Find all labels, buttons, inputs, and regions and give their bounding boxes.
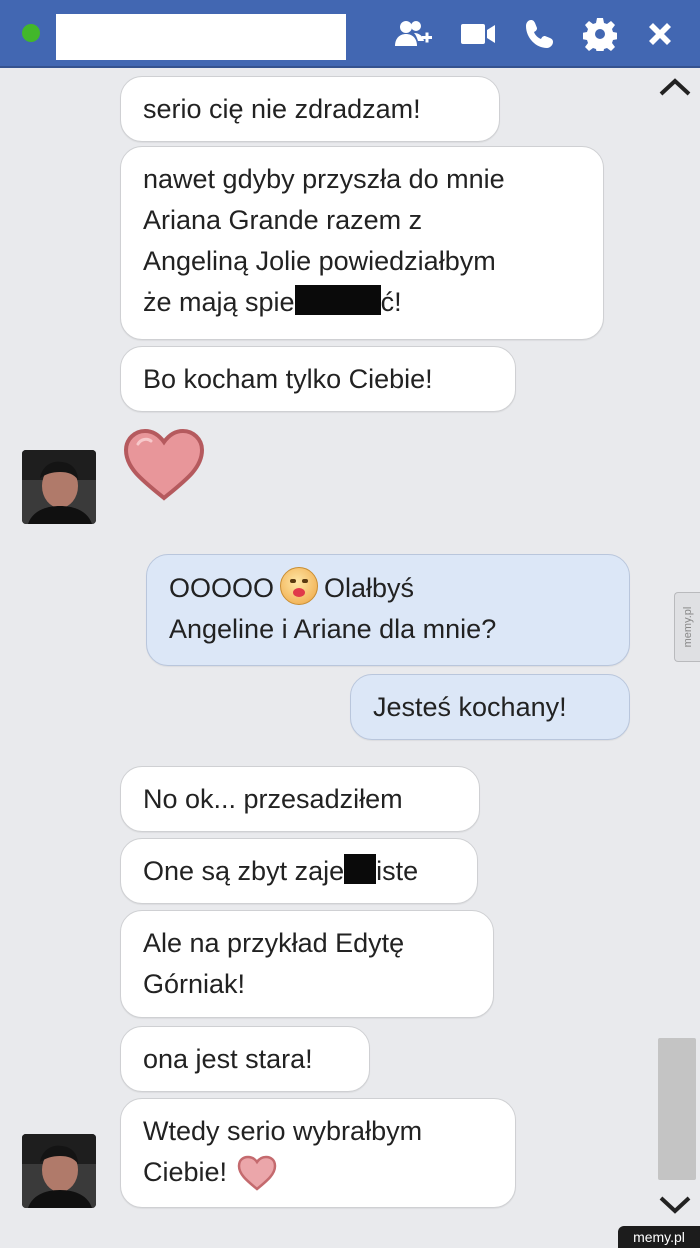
message-text: nawet gdyby przyszła do mnie — [143, 164, 505, 194]
message-text: Ciebie! — [143, 1157, 228, 1187]
scrollbar-thumb[interactable] — [658, 1038, 696, 1180]
heart-emoji-icon — [237, 1155, 277, 1191]
censor-bar — [294, 285, 381, 315]
heart-sticker-icon — [123, 428, 205, 501]
message-bubble-incoming: No ok... przesadziłem — [120, 766, 480, 832]
message-text: No ok... przesadziłem — [143, 784, 403, 814]
message-bubble-incoming: ona jest stara! — [120, 1026, 370, 1092]
text-before-censor: One są zbyt zaje — [143, 856, 345, 886]
message-text: Angeline i Ariane dla mnie? — [169, 614, 497, 644]
online-status-dot — [22, 24, 40, 42]
text-after-censor: ć! — [380, 287, 402, 317]
video-camera-icon[interactable] — [458, 16, 498, 52]
message-text: ona jest stara! — [143, 1044, 313, 1074]
add-person-icon[interactable] — [394, 16, 434, 52]
avatar[interactable] — [22, 1134, 96, 1208]
contact-name-box[interactable] — [56, 14, 346, 60]
gear-icon[interactable] — [580, 16, 620, 52]
message-text: Wtedy serio wybrałbym — [143, 1116, 423, 1146]
message-text: Bo kocham tylko Ciebie! — [143, 364, 433, 394]
message-bubble-incoming: Bo kocham tylko Ciebie! — [120, 346, 516, 412]
message-text: Jesteś kochany! — [373, 692, 567, 722]
text-after-censor: iste — [376, 856, 419, 886]
avatar[interactable] — [22, 450, 96, 524]
message-bubble-outgoing: OOOOO Olałbyś Angeline i Ariane dla mnie? — [146, 554, 630, 666]
message-text-censored-line: że mają spie ć! — [143, 282, 581, 323]
message-bubble-incoming: Wtedy serio wybrałbym Ciebie! — [120, 1098, 516, 1208]
scroll-up-arrow-icon[interactable] — [658, 74, 692, 102]
kissing-emoji-icon — [280, 567, 319, 605]
message-bubble-outgoing: Jesteś kochany! — [350, 674, 630, 740]
message-bubble-incoming: Ale na przykład Edytę Górniak! — [120, 910, 494, 1018]
scroll-down-arrow-icon[interactable] — [658, 1190, 692, 1218]
message-text: Górniak! — [143, 969, 246, 999]
message-text: OOOOO — [169, 573, 275, 603]
message-text: Ariana Grande razem z — [143, 205, 423, 235]
close-icon[interactable] — [640, 16, 680, 52]
message-bubble-incoming: One są zbyt zaje iste — [120, 838, 478, 904]
brand-watermark: memy.pl — [618, 1226, 700, 1248]
message-text: Olałbyś — [324, 573, 415, 603]
message-text-censored-line: One są zbyt zaje iste — [143, 851, 455, 892]
message-bubble-incoming: nawet gdyby przyszła do mnie Ariana Gran… — [120, 146, 604, 340]
phone-icon[interactable] — [520, 16, 560, 52]
message-text-with-emoji: OOOOO Olałbyś — [169, 567, 607, 609]
text-before-censor: że mają spie — [143, 287, 295, 317]
message-text-with-heart: Ciebie! — [143, 1152, 493, 1193]
message-text: serio cię nie zdradzam! — [143, 94, 421, 124]
message-text: Angeliną Jolie powiedziałbym — [143, 246, 496, 276]
message-text: Ale na przykład Edytę — [143, 928, 405, 958]
censor-bar — [344, 854, 377, 884]
chat-header — [0, 0, 700, 68]
message-bubble-incoming: serio cię nie zdradzam! — [120, 76, 500, 142]
side-watermark-text: memy.pl — [681, 606, 694, 648]
side-watermark: memy.pl — [674, 592, 700, 662]
